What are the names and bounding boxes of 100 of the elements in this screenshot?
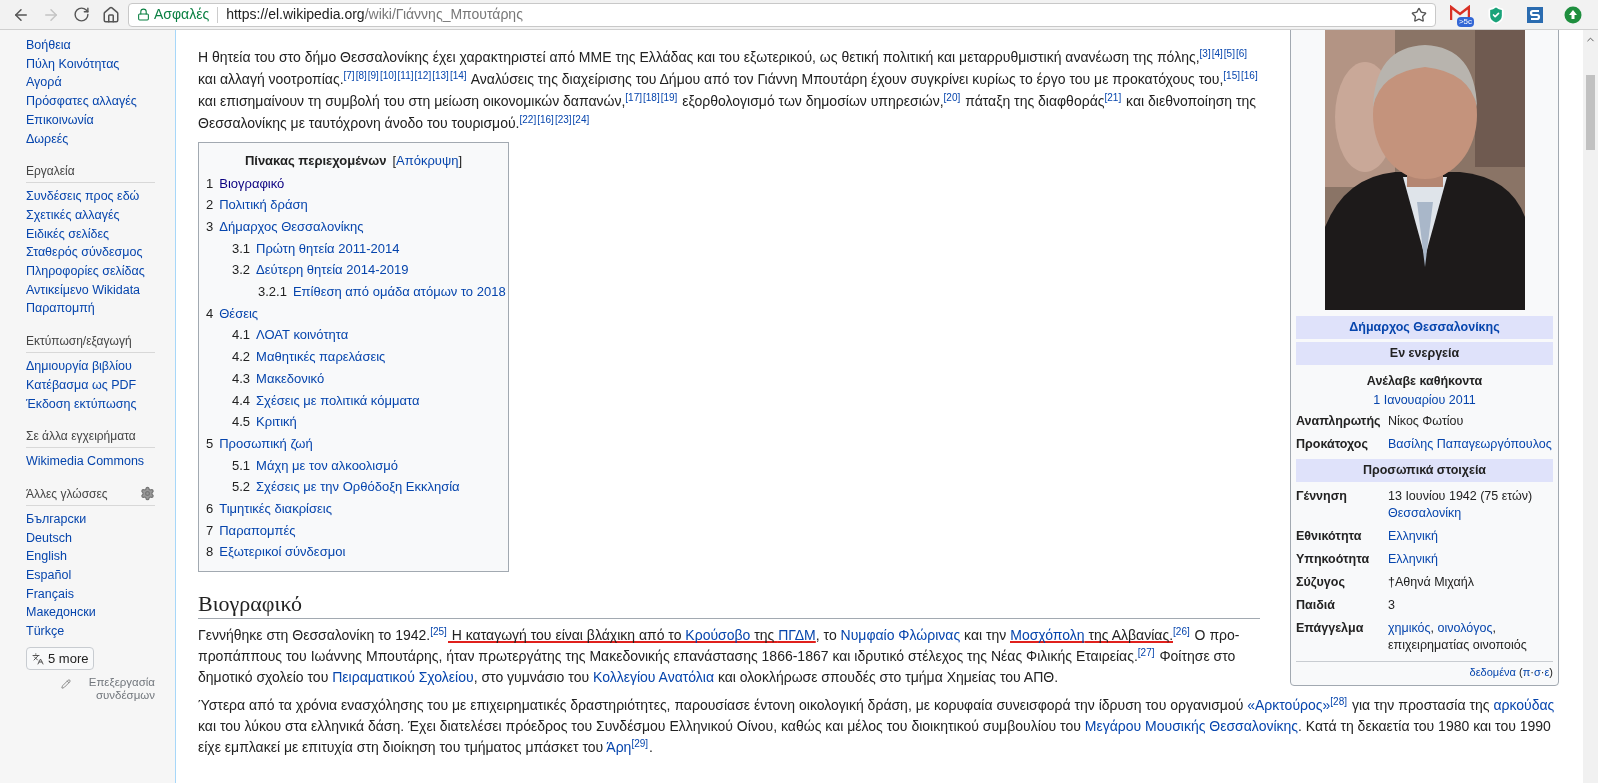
reference-link[interactable]: [15] (1223, 70, 1240, 81)
link[interactable]: Κρούσοβο (685, 627, 751, 644)
toc-link[interactable]: Επίθεση από ομάδα ατόμων το 2018 (292, 281, 506, 303)
toc-link[interactable]: Πρώτη θητεία 2011-2014 (256, 237, 400, 260)
link[interactable]: «Αρκτούρος» (1247, 697, 1331, 714)
toc-link[interactable]: Τιμητικές διακρίσεις (219, 498, 332, 520)
scrollbar-thumb[interactable] (1586, 75, 1595, 150)
link[interactable]: Ελληνική (1388, 529, 1439, 543)
link[interactable]: Πειραματικού Σχολείου (332, 669, 474, 686)
shield-icon[interactable] (1486, 4, 1506, 25)
sidebar-link[interactable]: Македонски (26, 605, 96, 620)
reference-link[interactable]: [6] (1235, 48, 1248, 59)
toc-link[interactable]: Προσωπική ζωή (219, 432, 313, 455)
reference-link[interactable]: [26] (1173, 626, 1190, 638)
reference-link[interactable]: [23] (554, 114, 572, 125)
upload-extension-icon[interactable] (1564, 5, 1582, 24)
reference-link[interactable]: [21] (1104, 92, 1122, 103)
reference-link[interactable]: [12] (414, 70, 432, 81)
sidebar-link[interactable]: Deutsch (26, 530, 72, 545)
reference-link[interactable]: [16] (537, 114, 554, 125)
sidebar-link[interactable]: Σταθερός σύνδεσμος (26, 245, 143, 260)
toc-link[interactable]: ΛΟΑΤ κοινότητα (256, 324, 349, 347)
sidebar-link[interactable]: Σχετικές αλλαγές (26, 207, 120, 222)
reference-link[interactable]: [24] (572, 114, 590, 125)
link[interactable]: Θεσσαλονίκη (1388, 506, 1462, 520)
reference-link[interactable]: [25] (430, 626, 447, 638)
link[interactable]: Βασίλης Παπαγεωργόπουλος (1388, 437, 1552, 452)
hide-link[interactable]: Απόκρυψη (396, 153, 459, 168)
reference-link[interactable]: [27] (1137, 647, 1155, 659)
reference-link[interactable]: [5] (1223, 48, 1235, 59)
reference-link[interactable]: [14] (449, 70, 467, 81)
toc-link[interactable]: Δεύτερη θητεία 2014-2019 (256, 259, 409, 281)
reference-link[interactable]: [11] (397, 70, 414, 81)
sidebar-link[interactable]: Δημιουργία βιβλίου (26, 359, 132, 374)
more-languages-button[interactable]: 5 more (26, 646, 95, 671)
reference-link[interactable]: [19] (660, 92, 678, 103)
sidebar-link[interactable]: Πύλη Κοινότητας (26, 56, 120, 71)
link[interactable]: Ελληνική (1388, 552, 1439, 566)
edit-links-link[interactable]: Επεξεργασία συνδέσμων (73, 676, 155, 703)
sidebar-link[interactable]: Ειδικές σελίδες (26, 226, 110, 241)
toc-link[interactable]: Θέσεις (219, 302, 259, 325)
reference-link[interactable]: [10] (379, 70, 397, 81)
reference-link[interactable]: [4] (1211, 48, 1223, 59)
reference-link[interactable]: [28] (1330, 696, 1348, 708)
s-extension-icon[interactable] (1526, 5, 1544, 24)
toc-link[interactable]: Εξωτερικοί σύνδεσμοι (219, 541, 346, 564)
sidebar-link[interactable]: Πρόσφατες αλλαγές (26, 94, 137, 109)
sidebar-link[interactable]: Español (26, 568, 72, 583)
reference-link[interactable]: [7] (343, 70, 355, 81)
reference-link[interactable]: [16] (1241, 70, 1258, 81)
toc-link[interactable]: Σχέσεις με πολιτικά κόμματα (256, 389, 420, 412)
sidebar-link[interactable]: Επικοινωνία (26, 112, 94, 127)
toc-link[interactable]: Μαθητικές παρελάσεις (256, 346, 386, 368)
reference-link[interactable]: [13] (432, 70, 449, 81)
link[interactable]: ε (1544, 666, 1550, 678)
settings-icon[interactable] (140, 486, 155, 502)
sidebar-link[interactable]: Αντικείμενο Wikidata (26, 282, 141, 297)
sidebar-link[interactable]: Έκδοση εκτύπωσης (26, 396, 137, 411)
link[interactable]: ΠΓΔΜ (778, 627, 816, 644)
sidebar-link[interactable]: Français (26, 586, 74, 601)
reference-link[interactable]: [18] (643, 92, 660, 103)
link[interactable]: Μοσχόπολη (1010, 627, 1085, 644)
sidebar-link[interactable]: English (26, 549, 67, 564)
sidebar-link[interactable]: Wikimedia Commons (26, 454, 145, 469)
toc-link[interactable]: Κριτική (256, 411, 297, 433)
toc-link[interactable]: Μάχη με τον αλκοολισμό (256, 454, 398, 477)
sidebar-link[interactable]: Türkçe (26, 624, 65, 639)
address-field[interactable]: Ασφαλές https://el.wikipedia.org/wiki/Γιάννης_Μπουτάρης (128, 2, 1436, 27)
link[interactable]: π (1522, 666, 1531, 678)
toc-link[interactable]: Πολιτική δράση (219, 194, 308, 216)
link[interactable]: Κολλεγίου Ανατόλια (592, 669, 714, 686)
link[interactable]: χημικός (1388, 621, 1431, 635)
link[interactable]: 1 Ιανουαρίου 2011 (1373, 393, 1476, 408)
link[interactable]: δεδομένα (1469, 666, 1516, 678)
bookmark-star-icon[interactable] (1411, 6, 1427, 23)
toc-link[interactable]: Σχέσεις με την Ορθόδοξη Εκκλησία (256, 476, 460, 499)
reference-link[interactable]: [3] (1199, 48, 1211, 59)
sidebar-link[interactable]: Български (26, 511, 87, 526)
reference-link[interactable]: [29] (631, 738, 649, 750)
reference-link[interactable]: [9] (367, 70, 379, 81)
sidebar-link[interactable]: Αγορά (26, 75, 62, 90)
reference-link[interactable]: [8] (355, 70, 367, 81)
link[interactable]: Άρη (606, 739, 632, 756)
sidebar-link[interactable]: Βοήθεια (26, 38, 71, 52)
sidebar-link[interactable]: Κατέβασμα ως PDF (26, 377, 137, 392)
toc-link[interactable]: Μακεδονικό (256, 367, 325, 390)
sidebar-link[interactable]: Παραπομπή (26, 301, 95, 316)
toc-link[interactable]: Δήμαρχος Θεσσαλονίκης (219, 215, 364, 238)
sidebar-link[interactable]: Πληροφορίες σελίδας (26, 264, 145, 279)
toc-link[interactable]: Βιογραφικό (219, 172, 285, 195)
link[interactable]: Νυμφαίο Φλώρινας (840, 627, 961, 644)
link[interactable]: αρκούδας (1493, 697, 1555, 714)
reference-link[interactable]: [22] (519, 114, 537, 125)
link[interactable]: Δήμαρχος Θεσσαλονίκης (1349, 320, 1500, 334)
scrollbar[interactable] (1583, 30, 1598, 783)
sidebar-link[interactable]: Συνδέσεις προς εδώ (26, 189, 140, 204)
sidebar-link[interactable]: Δωρεές (26, 131, 69, 146)
reference-link[interactable]: [17] (625, 92, 643, 103)
reference-link[interactable]: [20] (943, 92, 961, 103)
toc-link[interactable]: Παραπομπές (219, 519, 296, 542)
